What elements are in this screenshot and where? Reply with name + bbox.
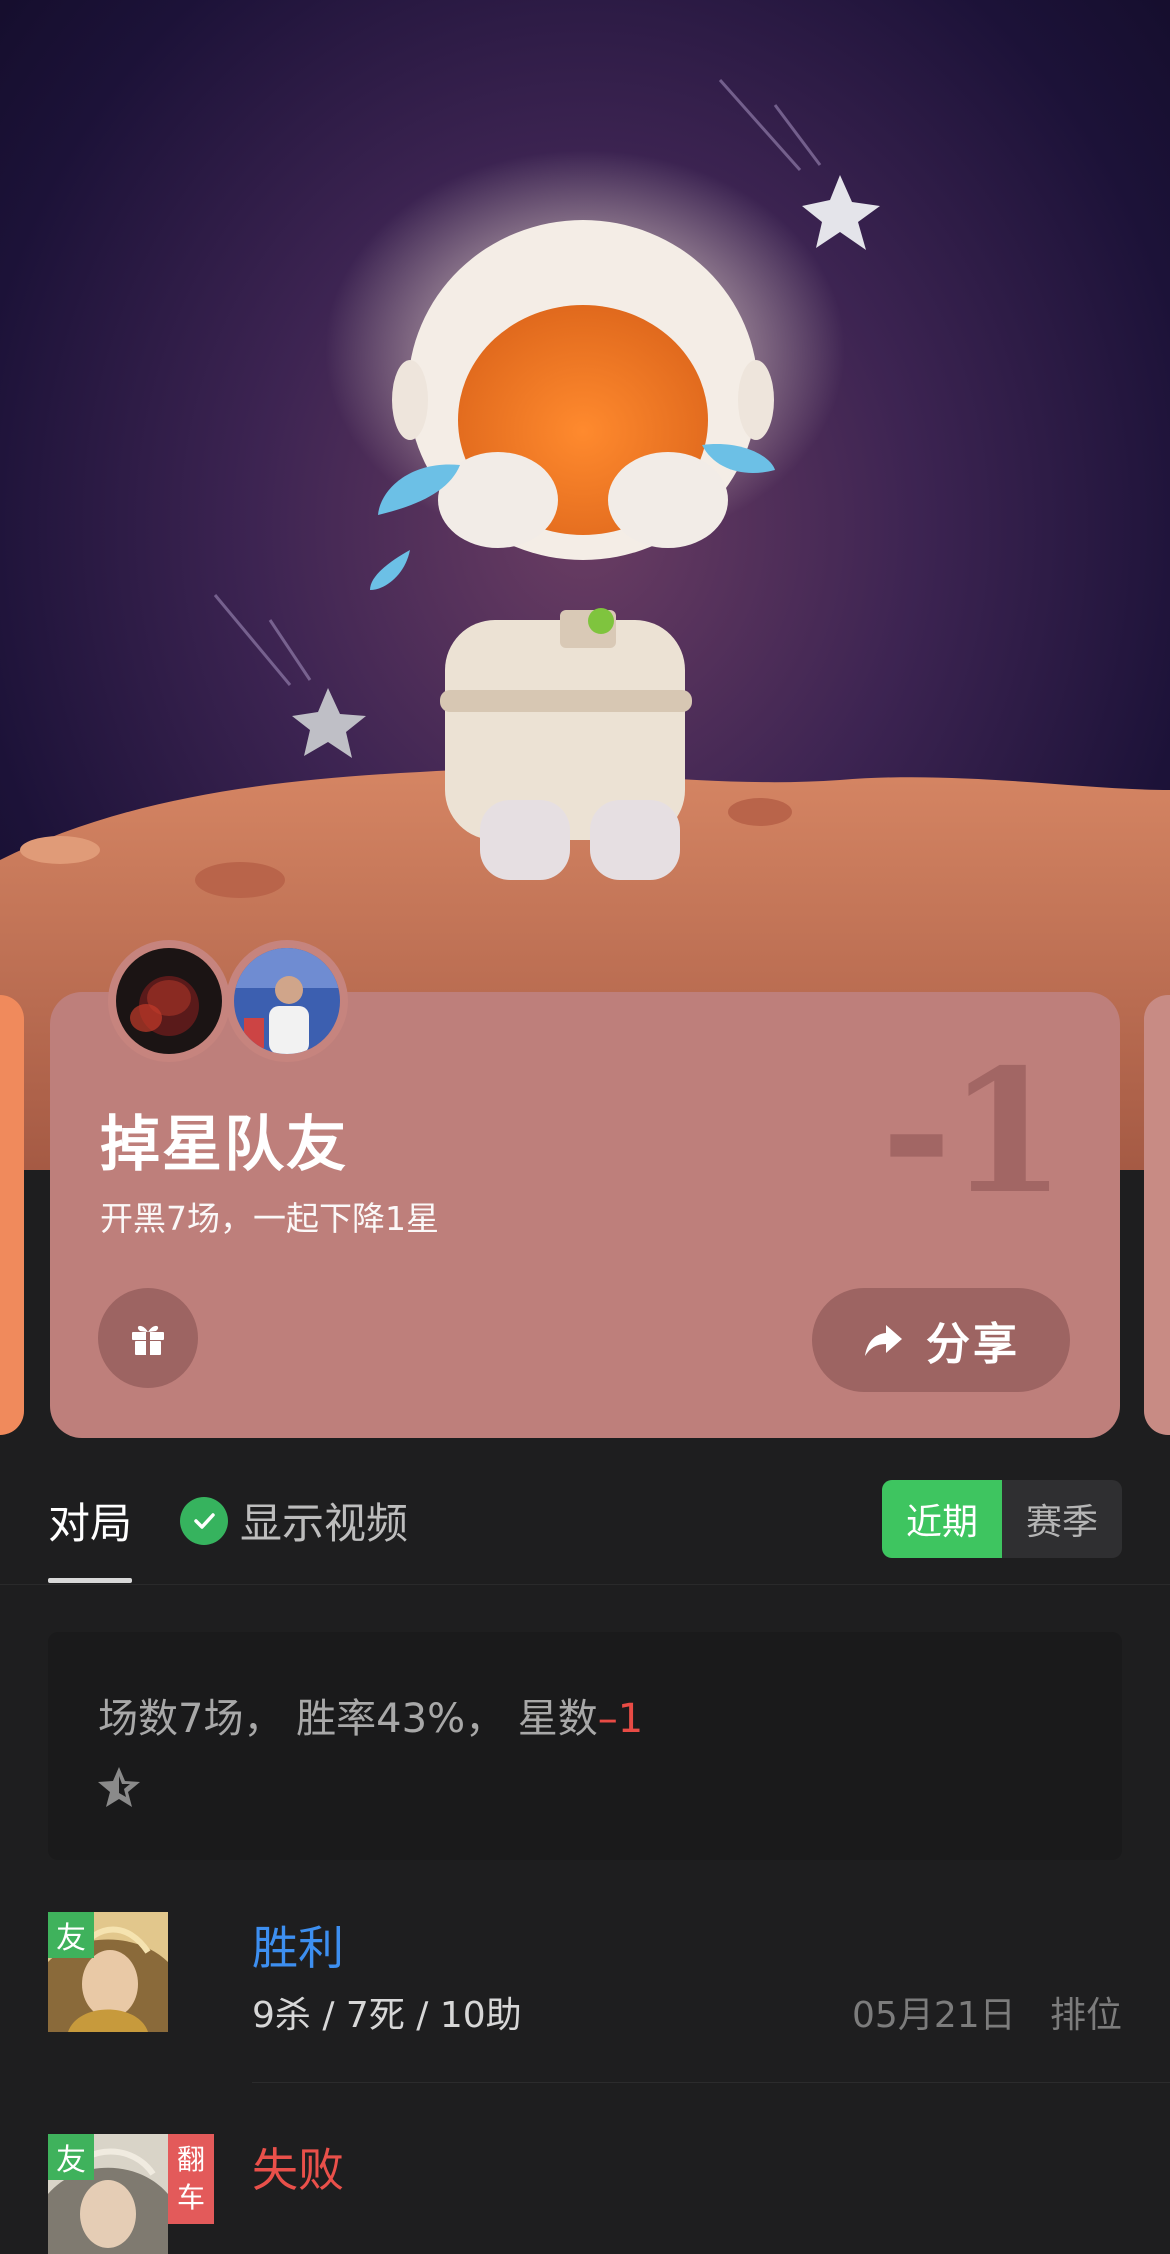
show-video-label: 显示视频 <box>240 1499 409 1548</box>
tab-active-indicator <box>48 1578 132 1583</box>
share-button[interactable]: 分享 <box>812 1288 1070 1392</box>
summary-matches: 场数7场， <box>98 1696 284 1742</box>
match-meta: 05月21日 排位 <box>852 1986 1122 2038</box>
friend-badge: 友 <box>48 2134 94 2180</box>
hero-avatar: 友 翻 车 <box>48 2134 216 2254</box>
share-arrow-icon <box>865 1325 902 1356</box>
divider <box>252 2082 1170 2083</box>
gift-button[interactable] <box>98 1288 198 1388</box>
gift-icon <box>132 1325 164 1355</box>
flip-badge-char: 翻 <box>176 2143 205 2176</box>
period-switch: 近期 赛季 <box>882 1480 1122 1558</box>
tab-matches[interactable]: 对局 <box>48 1490 132 1551</box>
share-label: 分享 <box>926 1319 1020 1370</box>
prev-card-peek[interactable] <box>0 995 24 1435</box>
divider <box>0 1584 1170 1585</box>
next-card-peek[interactable] <box>1144 995 1170 1435</box>
star-change-number: -1 <box>881 1032 1066 1232</box>
summary-stars-label: 星数 <box>517 1696 598 1742</box>
summary-panel: 场数7场， 胜率43%， 星数–1 <box>48 1632 1122 1860</box>
period-season[interactable]: 赛季 <box>1002 1480 1122 1558</box>
flip-badge: 翻 车 <box>168 2134 214 2224</box>
match-result: 胜利 <box>252 1921 344 1975</box>
card-subtitle: 开黑7场，一起下降1星 <box>100 1199 439 1238</box>
match-kda: 9杀 / 7死 / 10助 <box>252 1995 522 2036</box>
show-video-toggle[interactable]: 显示视频 <box>180 1490 408 1551</box>
card-title: 掉星队友 <box>100 1110 348 1180</box>
avatar-teammate[interactable] <box>226 940 348 1062</box>
check-icon <box>180 1496 228 1545</box>
friend-badge: 友 <box>48 1912 94 1958</box>
summary-stars-value: –1 <box>597 1696 644 1742</box>
teammate-card: -1 掉星队友 开黑7场，一起下降1星 分享 <box>50 940 1120 1438</box>
match-mode: 排位 <box>1049 1995 1122 2036</box>
tab-bar: 对局 显示视频 近期 赛季 <box>0 1460 1170 1585</box>
flip-badge-char: 车 <box>176 2181 205 2214</box>
summary-text: 场数7场， 胜率43%， 星数–1 <box>98 1686 643 1744</box>
match-date: 05月21日 <box>852 1995 1016 2036</box>
match-result: 失败 <box>252 2143 344 2197</box>
star-icon <box>96 1764 142 1814</box>
hero-avatar: 友 <box>48 1912 168 2032</box>
summary-winrate: 胜率43%， <box>296 1696 506 1742</box>
avatar-self[interactable] <box>108 940 230 1062</box>
period-recent[interactable]: 近期 <box>882 1480 1002 1558</box>
